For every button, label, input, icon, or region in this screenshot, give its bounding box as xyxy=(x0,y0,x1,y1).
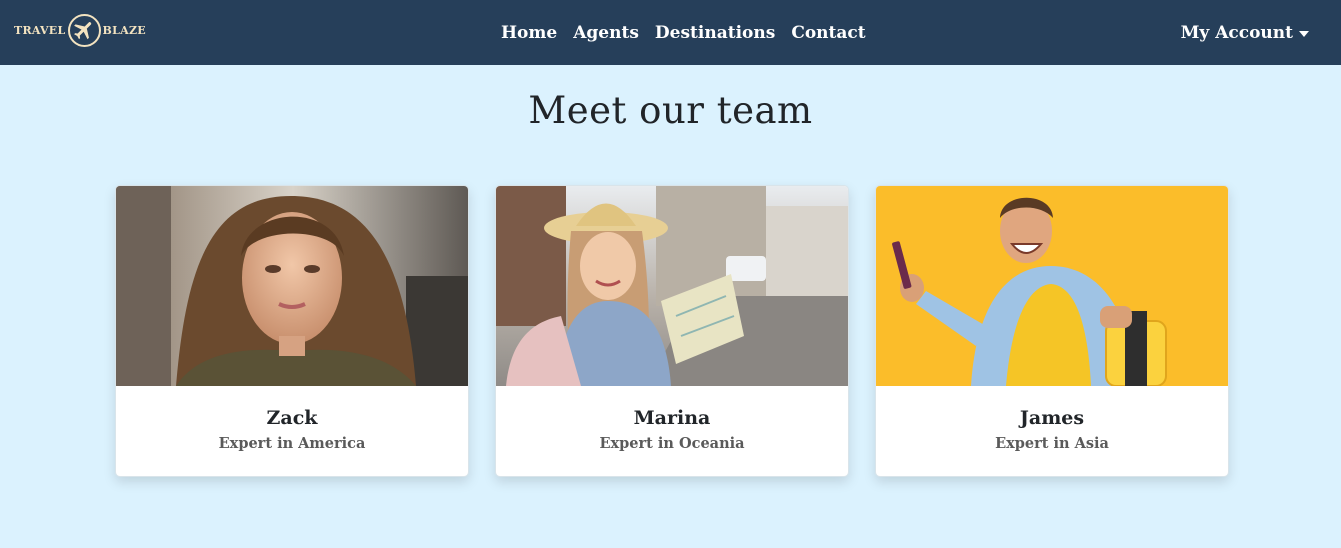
team-member-role: Expert in Oceania xyxy=(599,435,745,452)
team-member-photo-woman-portrait xyxy=(116,186,468,386)
team-member-name: James xyxy=(1019,407,1085,429)
airplane-icon xyxy=(67,13,101,47)
team-card: Marina Expert in Oceania xyxy=(495,185,849,477)
brand-logo[interactable]: TRAVEL BLAZE xyxy=(14,12,146,48)
team-member-role: Expert in America xyxy=(218,435,366,452)
my-account-label: My Account xyxy=(1180,23,1293,43)
page-title: Meet our team xyxy=(528,89,813,132)
nav-links: Home Agents Destinations Contact xyxy=(501,20,866,46)
team-member-role: Expert in Asia xyxy=(995,435,1109,452)
team-member-photo-tourist-with-map xyxy=(496,186,848,386)
my-account-dropdown[interactable]: My Account xyxy=(1181,20,1309,46)
nav-link-home[interactable]: Home xyxy=(501,20,557,46)
team-card: James Expert in Asia xyxy=(875,185,1229,477)
nav-link-contact[interactable]: Contact xyxy=(791,20,865,46)
team-cards: Zack Expert in America Marina Expert in … xyxy=(115,185,1229,477)
card-body: James Expert in Asia xyxy=(876,386,1228,452)
team-member-name: Marina xyxy=(633,407,711,429)
card-body: Zack Expert in America xyxy=(116,386,468,452)
card-body: Marina Expert in Oceania xyxy=(496,386,848,452)
brand-left-text: TRAVEL xyxy=(14,23,66,37)
navbar: TRAVEL BLAZE Home Agents Destinations Co… xyxy=(0,0,1341,65)
team-member-photo-man-with-suitcase xyxy=(876,186,1228,386)
nav-link-destinations[interactable]: Destinations xyxy=(655,20,775,46)
brand-right-text: BLAZE xyxy=(102,23,146,37)
team-member-name: Zack xyxy=(266,407,318,429)
team-card: Zack Expert in America xyxy=(115,185,469,477)
caret-down-icon xyxy=(1299,30,1309,37)
nav-link-agents[interactable]: Agents xyxy=(573,20,639,46)
